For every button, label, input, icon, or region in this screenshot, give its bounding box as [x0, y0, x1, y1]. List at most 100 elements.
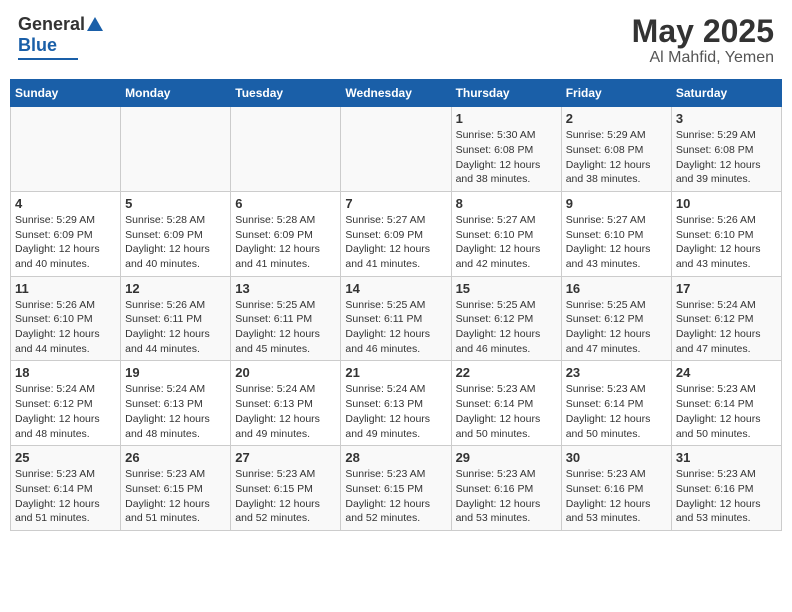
logo-underline [18, 58, 78, 60]
day-info: Sunrise: 5:23 AMSunset: 6:15 PMDaylight:… [125, 467, 226, 526]
day-info: Sunrise: 5:27 AMSunset: 6:10 PMDaylight:… [456, 213, 557, 272]
calendar-week-row: 4Sunrise: 5:29 AMSunset: 6:09 PMDaylight… [11, 191, 782, 276]
column-header-friday: Friday [561, 80, 671, 107]
calendar-cell: 31 Sunrise: 5:23 AMSunset: 6:16 PMDayligh… [671, 446, 781, 531]
calendar-week-row: 11Sunrise: 5:26 AMSunset: 6:10 PMDayligh… [11, 276, 782, 361]
day-number: 17 [676, 281, 777, 296]
day-number: 30 [566, 450, 667, 465]
day-info: Sunrise: 5:30 AMSunset: 6:08 PMDaylight:… [456, 128, 557, 187]
day-number: 18 [15, 365, 116, 380]
day-info: Sunrise: 5:27 AMSunset: 6:10 PMDaylight:… [566, 213, 667, 272]
calendar-cell: 10Sunrise: 5:26 AMSunset: 6:10 PMDayligh… [671, 191, 781, 276]
day-info: Sunrise: 5:25 AMSunset: 6:11 PMDaylight:… [345, 298, 446, 357]
calendar-cell: 19Sunrise: 5:24 AMSunset: 6:13 PMDayligh… [121, 361, 231, 446]
day-info: Sunrise: 5:23 AMSunset: 6:15 PMDaylight:… [235, 467, 336, 526]
calendar-cell: 8Sunrise: 5:27 AMSunset: 6:10 PMDaylight… [451, 191, 561, 276]
calendar-week-row: 1 Sunrise: 5:30 AMSunset: 6:08 PMDaylight… [11, 107, 782, 192]
day-info: Sunrise: 5:23 AMSunset: 6:16 PMDaylight:… [676, 467, 777, 526]
day-number: 29 [456, 450, 557, 465]
calendar-cell: 12 Sunrise: 5:26 AMSunset: 6:11 PMDayligh… [121, 276, 231, 361]
calendar-cell [341, 107, 451, 192]
calendar-cell: 22Sunrise: 5:23 AMSunset: 6:14 PMDayligh… [451, 361, 561, 446]
calendar-cell: 3Sunrise: 5:29 AMSunset: 6:08 PMDaylight… [671, 107, 781, 192]
calendar-cell: 6 Sunrise: 5:28 AMSunset: 6:09 PMDaylight… [231, 191, 341, 276]
calendar-cell: 25Sunrise: 5:23 AMSunset: 6:14 PMDayligh… [11, 446, 121, 531]
column-header-sunday: Sunday [11, 80, 121, 107]
calendar-cell: 15 Sunrise: 5:25 AMSunset: 6:12 PMDayligh… [451, 276, 561, 361]
calendar-cell: 28Sunrise: 5:23 AMSunset: 6:15 PMDayligh… [341, 446, 451, 531]
logo-general-text: General [18, 14, 85, 35]
column-header-monday: Monday [121, 80, 231, 107]
day-number: 14 [345, 281, 446, 296]
day-info: Sunrise: 5:28 AMSunset: 6:09 PMDaylight:… [235, 213, 336, 272]
day-info: Sunrise: 5:23 AMSunset: 6:14 PMDaylight:… [15, 467, 116, 526]
calendar-cell: 11Sunrise: 5:26 AMSunset: 6:10 PMDayligh… [11, 276, 121, 361]
day-number: 26 [125, 450, 226, 465]
page-header: General Blue May 2025 Al Mahfid, Yemen [10, 10, 782, 71]
day-number: 3 [676, 111, 777, 126]
day-number: 15 [456, 281, 557, 296]
day-number: 2 [566, 111, 667, 126]
calendar-week-row: 18 Sunrise: 5:24 AMSunset: 6:12 PMDayligh… [11, 361, 782, 446]
calendar-cell: 9 Sunrise: 5:27 AMSunset: 6:10 PMDaylight… [561, 191, 671, 276]
calendar-cell [11, 107, 121, 192]
calendar-cell: 29Sunrise: 5:23 AMSunset: 6:16 PMDayligh… [451, 446, 561, 531]
day-number: 1 [456, 111, 557, 126]
calendar-cell: 21Sunrise: 5:24 AMSunset: 6:13 PMDayligh… [341, 361, 451, 446]
day-info: Sunrise: 5:23 AMSunset: 6:16 PMDaylight:… [566, 467, 667, 526]
day-number: 19 [125, 365, 226, 380]
calendar-week-row: 25Sunrise: 5:23 AMSunset: 6:14 PMDayligh… [11, 446, 782, 531]
calendar-cell: 16 Sunrise: 5:25 AMSunset: 6:12 PMDayligh… [561, 276, 671, 361]
day-number: 9 [566, 196, 667, 211]
calendar-cell: 14 Sunrise: 5:25 AMSunset: 6:11 PMDayligh… [341, 276, 451, 361]
day-info: Sunrise: 5:28 AMSunset: 6:09 PMDaylight:… [125, 213, 226, 272]
calendar-cell: 4Sunrise: 5:29 AMSunset: 6:09 PMDaylight… [11, 191, 121, 276]
day-number: 6 [235, 196, 336, 211]
calendar-cell: 27 Sunrise: 5:23 AMSunset: 6:15 PMDayligh… [231, 446, 341, 531]
day-number: 27 [235, 450, 336, 465]
day-number: 16 [566, 281, 667, 296]
day-info: Sunrise: 5:24 AMSunset: 6:13 PMDaylight:… [345, 382, 446, 441]
calendar-cell: 2Sunrise: 5:29 AMSunset: 6:08 PMDaylight… [561, 107, 671, 192]
day-info: Sunrise: 5:27 AMSunset: 6:09 PMDaylight:… [345, 213, 446, 272]
calendar-cell: 23 Sunrise: 5:23 AMSunset: 6:14 PMDayligh… [561, 361, 671, 446]
day-number: 7 [345, 196, 446, 211]
calendar-cell: 1 Sunrise: 5:30 AMSunset: 6:08 PMDaylight… [451, 107, 561, 192]
day-info: Sunrise: 5:26 AMSunset: 6:11 PMDaylight:… [125, 298, 226, 357]
calendar-cell: 17 Sunrise: 5:24 AMSunset: 6:12 PMDayligh… [671, 276, 781, 361]
calendar-cell: 13 Sunrise: 5:25 AMSunset: 6:11 PMDayligh… [231, 276, 341, 361]
location-title: Al Mahfid, Yemen [632, 49, 774, 67]
column-header-tuesday: Tuesday [231, 80, 341, 107]
calendar-header-row: SundayMondayTuesdayWednesdayThursdayFrid… [11, 80, 782, 107]
calendar-cell: 26 Sunrise: 5:23 AMSunset: 6:15 PMDayligh… [121, 446, 231, 531]
day-number: 28 [345, 450, 446, 465]
day-info: Sunrise: 5:25 AMSunset: 6:11 PMDaylight:… [235, 298, 336, 357]
calendar-cell [121, 107, 231, 192]
day-number: 5 [125, 196, 226, 211]
day-info: Sunrise: 5:23 AMSunset: 6:14 PMDaylight:… [456, 382, 557, 441]
day-info: Sunrise: 5:25 AMSunset: 6:12 PMDaylight:… [456, 298, 557, 357]
calendar-table: SundayMondayTuesdayWednesdayThursdayFrid… [10, 79, 782, 531]
calendar-cell: 5 Sunrise: 5:28 AMSunset: 6:09 PMDaylight… [121, 191, 231, 276]
day-number: 12 [125, 281, 226, 296]
calendar-cell: 18 Sunrise: 5:24 AMSunset: 6:12 PMDayligh… [11, 361, 121, 446]
day-number: 10 [676, 196, 777, 211]
day-number: 11 [15, 281, 116, 296]
title-area: May 2025 Al Mahfid, Yemen [632, 14, 774, 67]
calendar-cell: 20Sunrise: 5:24 AMSunset: 6:13 PMDayligh… [231, 361, 341, 446]
day-info: Sunrise: 5:23 AMSunset: 6:14 PMDaylight:… [566, 382, 667, 441]
day-number: 13 [235, 281, 336, 296]
column-header-saturday: Saturday [671, 80, 781, 107]
logo-triangle-icon [87, 17, 103, 31]
day-info: Sunrise: 5:24 AMSunset: 6:12 PMDaylight:… [15, 382, 116, 441]
logo: General Blue [18, 14, 103, 60]
column-header-thursday: Thursday [451, 80, 561, 107]
day-info: Sunrise: 5:24 AMSunset: 6:12 PMDaylight:… [676, 298, 777, 357]
day-number: 31 [676, 450, 777, 465]
calendar-cell: 30 Sunrise: 5:23 AMSunset: 6:16 PMDayligh… [561, 446, 671, 531]
logo-blue-text: Blue [18, 35, 57, 56]
day-number: 24 [676, 365, 777, 380]
day-info: Sunrise: 5:25 AMSunset: 6:12 PMDaylight:… [566, 298, 667, 357]
day-number: 23 [566, 365, 667, 380]
day-number: 4 [15, 196, 116, 211]
